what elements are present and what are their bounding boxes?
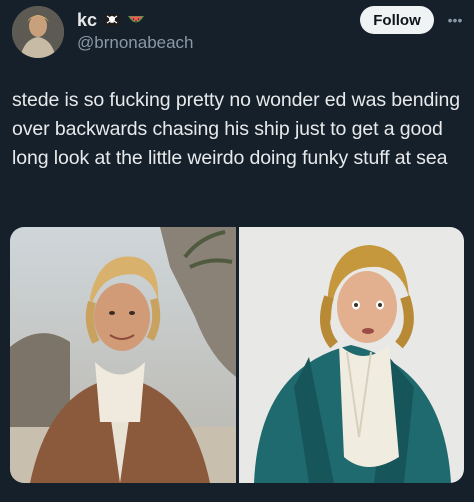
watermelon-icon (127, 11, 145, 29)
tweet-card: kc @brnonabeach Follow ••• stede is so f… (0, 0, 474, 502)
tweet-image-left[interactable] (10, 227, 236, 483)
tweet-image-right[interactable] (239, 227, 464, 483)
tweet-text: stede is so fucking pretty no wonder ed … (12, 89, 461, 169)
user-handle[interactable]: @brnonabeach (77, 33, 194, 53)
display-name[interactable]: kc (77, 10, 97, 31)
name-row: kc (77, 9, 145, 31)
more-icon[interactable]: ••• (445, 12, 465, 28)
avatar[interactable] (12, 6, 64, 58)
pirate-flag-icon (103, 11, 121, 29)
follow-button[interactable]: Follow (360, 6, 434, 34)
